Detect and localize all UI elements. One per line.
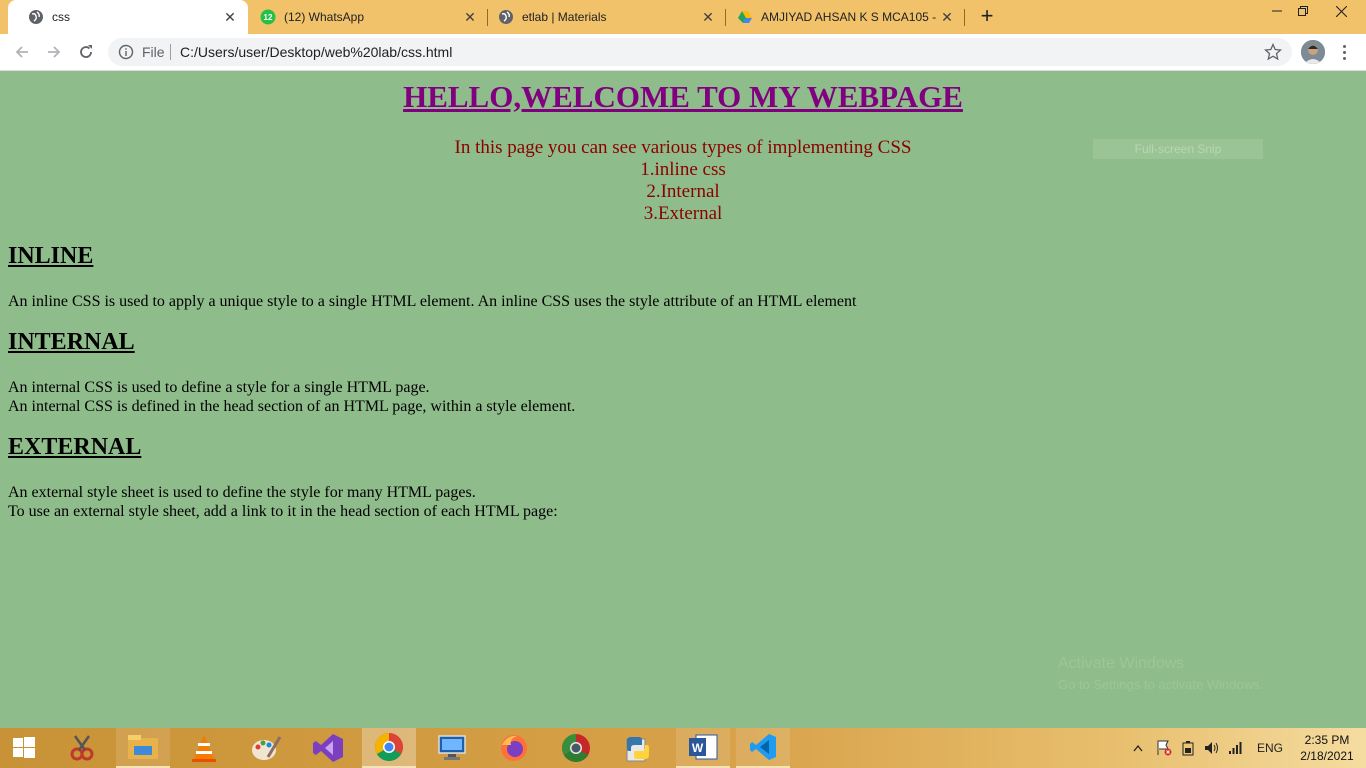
file-explorer-icon <box>128 735 158 759</box>
tab-title: etlab | Materials <box>522 10 607 24</box>
section-text-internal: An internal CSS is used to define a styl… <box>8 379 430 396</box>
taskbar-snipping-tool[interactable] <box>58 728 106 768</box>
vscode-icon <box>750 734 776 760</box>
close-icon[interactable]: ✕ <box>462 9 478 25</box>
clock-time: 2:35 PM <box>1304 733 1350 747</box>
tab-etlab[interactable]: etlab | Materials ✕ <box>478 0 726 34</box>
snipping-tool-icon <box>70 735 94 761</box>
tab-google-drive[interactable]: AMJIYAD AHSAN K S MCA105 - ( ✕ <box>717 0 965 34</box>
page-title: HELLO,WELCOME TO MY WEBPAGE <box>403 79 963 114</box>
chevron-up-icon <box>1133 744 1143 752</box>
reload-icon <box>80 45 92 58</box>
taskbar-firefox[interactable] <box>490 728 538 768</box>
tab-title: AMJIYAD AHSAN K S MCA105 - ( <box>761 10 939 24</box>
taskbar-file-explorer[interactable] <box>116 728 170 768</box>
chrome-alt-icon <box>562 734 590 762</box>
browser-toolbar: File C:/Users/user/Desktop/web%20lab/css… <box>0 34 1366 71</box>
taskbar-vscode[interactable] <box>736 728 790 768</box>
paint-icon <box>252 736 282 760</box>
menu-button[interactable] <box>1336 41 1352 63</box>
section-text-internal: An internal CSS is defined in the head s… <box>8 398 576 415</box>
flag-alert-icon <box>1157 740 1172 756</box>
tray-volume[interactable] <box>1202 728 1222 768</box>
globe-icon <box>28 9 44 25</box>
taskbar-paint[interactable] <box>242 728 290 768</box>
reload-button[interactable] <box>74 40 98 64</box>
signal-icon <box>1229 742 1242 754</box>
arrow-right-icon <box>48 46 61 58</box>
volume-icon <box>1205 742 1218 754</box>
word-icon: W <box>689 734 718 760</box>
tab-strip: css ✕ 12 (12) WhatsApp ✕ etlab | Materia… <box>0 0 1366 34</box>
intro-line: 1.inline css <box>640 159 726 180</box>
visual-studio-icon <box>313 734 343 762</box>
tab-whatsapp[interactable]: 12 (12) WhatsApp ✕ <box>240 0 488 34</box>
battery-icon <box>1182 741 1194 756</box>
taskbar-chrome[interactable] <box>362 728 416 768</box>
activation-watermark-title: Activate Windows <box>1058 655 1185 672</box>
tray-clock[interactable]: 2:35 PM 2/18/2021 <box>1292 732 1362 764</box>
intro-line: 3.External <box>643 203 723 224</box>
chrome-icon <box>375 733 403 761</box>
remote-desktop-icon <box>438 735 466 760</box>
address-divider <box>170 44 171 60</box>
close-icon[interactable]: ✕ <box>700 9 716 25</box>
tab-separator <box>964 9 965 26</box>
taskbar-visual-studio[interactable] <box>304 728 352 768</box>
clock-date: 2/18/2021 <box>1300 749 1354 763</box>
close-window-button[interactable] <box>1328 0 1354 22</box>
whatsapp-icon: 12 <box>260 9 276 25</box>
vlc-icon <box>192 735 216 762</box>
section-text-inline: An inline CSS is used to apply a unique … <box>8 293 857 310</box>
python-icon <box>626 737 649 762</box>
profile-avatar[interactable] <box>1301 40 1325 64</box>
close-icon[interactable]: ✕ <box>222 9 238 25</box>
tab-css[interactable]: css ✕ <box>8 0 248 34</box>
taskbar-python[interactable] <box>614 728 662 768</box>
start-icon <box>13 737 35 758</box>
info-icon[interactable] <box>118 44 134 60</box>
url-text[interactable]: C:/Users/user/Desktop/web%20lab/css.html <box>180 44 452 60</box>
section-heading-internal: INTERNAL <box>8 329 135 355</box>
taskbar-vlc[interactable] <box>180 728 228 768</box>
forward-button[interactable] <box>42 40 66 64</box>
web-page: HELLO,WELCOME TO MY WEBPAGE In this page… <box>0 71 1366 728</box>
whatsapp-badge: 12 <box>264 13 273 22</box>
taskbar-remote-desktop[interactable] <box>428 728 476 768</box>
scheme-label: File <box>142 44 165 60</box>
tray-show-hidden[interactable] <box>1130 728 1146 768</box>
restore-button[interactable] <box>1290 0 1316 22</box>
tab-title: (12) WhatsApp <box>284 10 365 24</box>
tray-language[interactable]: ENG <box>1254 728 1286 768</box>
tab-title: css <box>52 10 70 24</box>
svg-text:W: W <box>692 741 704 755</box>
intro-line: 2.Internal <box>646 181 720 202</box>
taskbar-chrome-alt[interactable] <box>552 728 600 768</box>
firefox-icon <box>501 735 527 761</box>
google-drive-icon <box>737 9 753 25</box>
new-tab-button[interactable]: + <box>976 5 998 28</box>
snip-hint: Full-screen Snip <box>1093 139 1263 159</box>
tray-power[interactable] <box>1178 728 1198 768</box>
taskbar-word[interactable]: W <box>676 728 730 768</box>
tray-network[interactable] <box>1226 728 1246 768</box>
activation-watermark-subtitle: Go to Settings to activate Windows. <box>1058 677 1264 692</box>
back-button[interactable] <box>10 40 34 64</box>
star-icon[interactable] <box>1264 43 1282 61</box>
start-button[interactable] <box>0 728 48 768</box>
section-heading-inline: INLINE <box>8 243 94 269</box>
section-heading-external: EXTERNAL <box>8 434 142 460</box>
windows-taskbar: W ENG 2:35 PM 2/18/2021 <box>0 728 1366 768</box>
address-bar[interactable]: File C:/Users/user/Desktop/web%20lab/css… <box>108 38 1292 66</box>
close-icon[interactable]: ✕ <box>939 9 955 25</box>
tray-action-center[interactable] <box>1154 728 1174 768</box>
minimize-button[interactable] <box>1264 0 1290 22</box>
globe-icon <box>498 9 514 25</box>
section-text-external: To use an external style sheet, add a li… <box>8 503 558 520</box>
section-text-external: An external style sheet is used to defin… <box>8 484 476 501</box>
arrow-left-icon <box>15 46 28 58</box>
